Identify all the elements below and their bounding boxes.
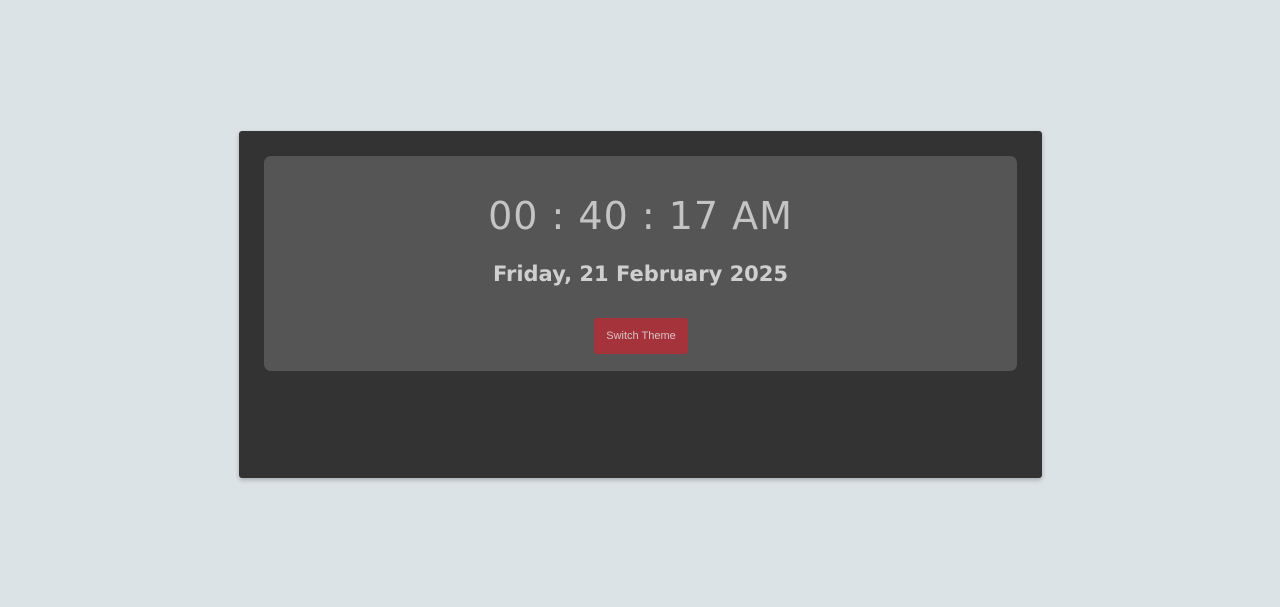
- time-display: 00 : 40 : 17 AM: [488, 194, 793, 238]
- clock-panel: 00 : 40 : 17 AM Friday, 21 February 2025…: [264, 156, 1017, 371]
- switch-theme-button[interactable]: Switch Theme: [594, 318, 688, 354]
- clock-card: 00 : 40 : 17 AM Friday, 21 February 2025…: [239, 131, 1042, 478]
- date-display: Friday, 21 February 2025: [492, 262, 789, 286]
